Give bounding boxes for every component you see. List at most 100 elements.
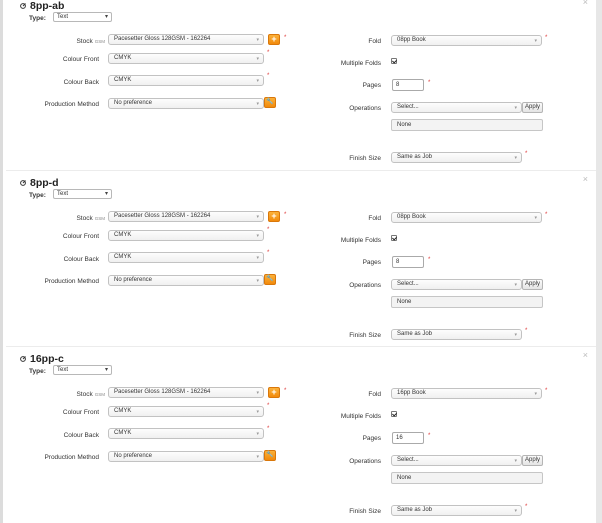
type-select[interactable]: Text ▾ [53,189,112,199]
edit-icon[interactable] [20,3,26,9]
wrench-icon[interactable]: 🔧 [264,450,276,461]
colour-front-select[interactable]: CMYK ▾ [108,53,264,64]
fold-select[interactable]: 08pp Book ▾ [391,212,542,223]
production-method-select[interactable]: No preference ▾ [108,98,264,109]
stock-select-value: Pacesetter Gloss 128GSM - 162264 [114,36,211,42]
fold-select[interactable]: 16pp Book ▾ [391,388,542,399]
finish-size-select[interactable]: Same as Job ▾ [391,505,522,516]
required-marker: * [267,227,270,233]
production-method-label: Production Method [44,454,99,461]
chevron-down-icon: ▾ [256,255,259,261]
type-label: Type: [29,192,46,199]
required-marker: * [545,388,548,394]
page-left-edge [0,0,3,523]
fold-label: Fold [368,391,381,398]
wrench-icon[interactable]: 🔧 [264,274,276,285]
pages-input[interactable]: 16 [392,432,424,444]
page-right-edge [596,0,602,523]
chevron-down-icon: ▾ [514,105,517,111]
multiple-folds-checkbox[interactable] [391,58,397,64]
wrench-icon[interactable]: 🔧 [264,97,276,108]
stock-label-text: Stock [76,215,93,222]
apply-button[interactable]: Apply [522,279,543,290]
colour-back-select[interactable]: CMYK ▾ [108,75,264,86]
pages-label: Pages [362,435,381,442]
edit-icon[interactable] [20,180,26,186]
close-icon[interactable]: × [583,351,588,360]
edit-icon[interactable] [20,356,26,362]
multiple-folds-label: Multiple Folds [340,60,381,67]
required-marker: * [267,50,270,56]
colour-front-select[interactable]: CMYK ▾ [108,230,264,241]
colour-front-select[interactable]: CMYK ▾ [108,406,264,417]
add-stock-button[interactable]: + [268,211,280,222]
required-marker: * [545,35,548,41]
pages-input[interactable]: 8 [392,79,424,91]
operations-selected-list: None [391,119,543,131]
operations-select[interactable]: Select... ▾ [391,102,522,113]
production-method-label: Production Method [44,278,99,285]
stock-select-value: Pacesetter Gloss 128GSM - 162264 [114,213,211,219]
type-select[interactable]: Text ▾ [53,12,112,22]
finish-size-label: Finish Size [349,155,381,162]
stock-label: Stock GSM [10,391,105,398]
operations-label: Operations [349,282,381,289]
operations-select[interactable]: Select... ▾ [391,279,522,290]
finish-size-select[interactable]: Same as Job ▾ [391,152,522,163]
fold-select[interactable]: 08pp Book ▾ [391,35,542,46]
pages-label: Pages [362,82,381,89]
finish-size-value: Same as Job [397,507,433,513]
chevron-down-icon: ▾ [256,101,259,107]
stock-label-text: Stock [76,391,93,398]
colour-front-value: CMYK [114,408,132,414]
add-stock-button[interactable]: + [268,387,280,398]
multiple-folds-label: Multiple Folds [340,413,381,420]
stock-select[interactable]: Pacesetter Gloss 128GSM - 162264 ▾ [108,34,264,45]
multiple-folds-checkbox[interactable] [391,411,397,417]
multiple-folds-checkbox[interactable] [391,235,397,241]
stock-select[interactable]: Pacesetter Gloss 128GSM - 162264 ▾ [108,387,264,398]
stock-label: Stock GSM [10,38,105,45]
section-divider [6,346,596,347]
multiple-folds-label: Multiple Folds [340,237,381,244]
operations-select[interactable]: Select... ▾ [391,455,522,466]
type-select[interactable]: Text ▾ [53,365,112,375]
colour-front-label: Colour Front [62,409,99,416]
chevron-down-icon: ▾ [256,233,259,239]
colour-back-select[interactable]: CMYK ▾ [108,428,264,439]
stock-select[interactable]: Pacesetter Gloss 128GSM - 162264 ▾ [108,211,264,222]
colour-back-select[interactable]: CMYK ▾ [108,252,264,263]
stock-sublabel: GSM [94,392,105,397]
apply-button[interactable]: Apply [522,455,543,466]
colour-back-value: CMYK [114,77,132,83]
finish-size-label: Finish Size [349,508,381,515]
apply-button[interactable]: Apply [522,102,543,113]
chevron-down-icon: ▾ [256,409,259,415]
stock-sublabel: GSM [94,216,105,221]
fold-label: Fold [368,215,381,222]
production-method-value: No preference [114,277,153,283]
colour-back-label: Colour Back [63,256,99,263]
close-icon[interactable]: × [583,175,588,184]
chevron-down-icon: ▾ [514,282,517,288]
colour-front-value: CMYK [114,55,132,61]
finish-size-select[interactable]: Same as Job ▾ [391,329,522,340]
pages-input[interactable]: 8 [392,256,424,268]
chevron-down-icon: ▾ [104,14,108,20]
operations-select-value: Select... [397,104,419,110]
close-icon[interactable]: × [583,0,588,7]
required-marker: * [525,328,528,334]
colour-back-label: Colour Back [63,432,99,439]
add-stock-button[interactable]: + [268,34,280,45]
production-method-select[interactable]: No preference ▾ [108,451,264,462]
finish-size-value: Same as Job [397,331,433,337]
fold-select-value: 08pp Book [397,37,426,43]
operations-label: Operations [349,105,381,112]
section-title-text: 8pp-d [30,177,59,189]
production-method-value: No preference [114,100,153,106]
section-title: 8pp-d [20,177,59,189]
required-marker: * [525,151,528,157]
operations-selected-list: None [391,472,543,484]
production-method-select[interactable]: No preference ▾ [108,275,264,286]
chevron-down-icon: ▾ [256,454,259,460]
